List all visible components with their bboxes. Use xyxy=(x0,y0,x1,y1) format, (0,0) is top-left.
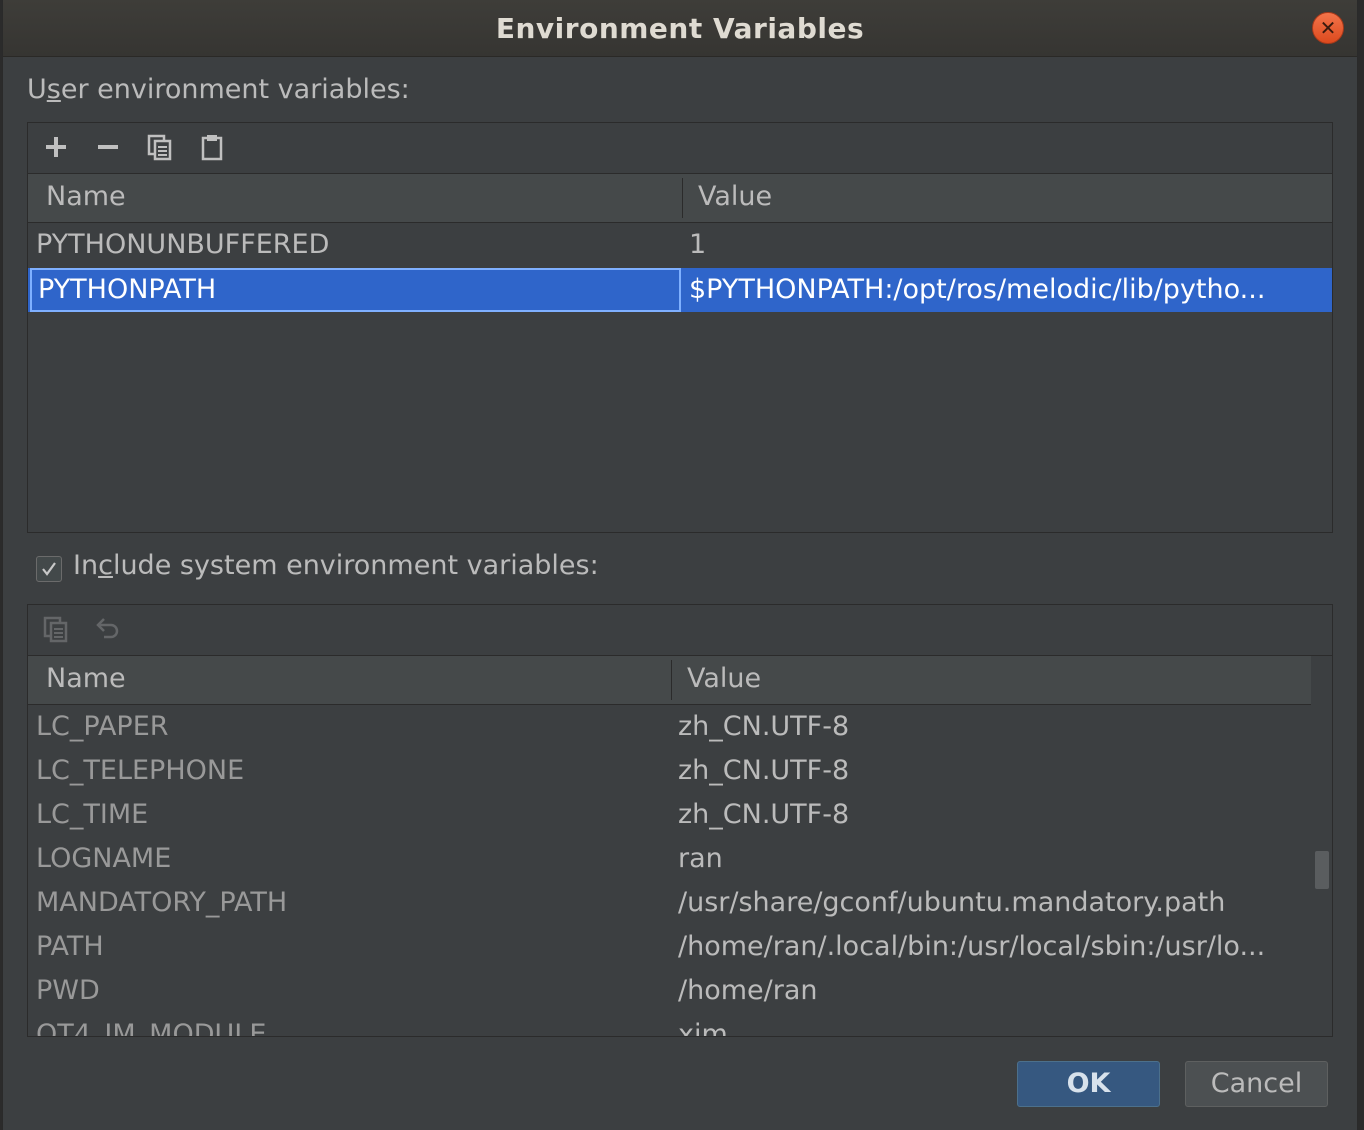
variable-value[interactable]: ran xyxy=(678,837,1298,881)
variable-value[interactable]: /home/ran xyxy=(678,969,1298,1013)
background-editor-right xyxy=(1357,0,1364,1130)
table-row[interactable]: LC_PAPER zh_CN.UTF-8 xyxy=(28,705,1311,749)
add-button[interactable] xyxy=(40,131,72,163)
column-divider[interactable] xyxy=(671,660,672,700)
variable-value[interactable]: 1 xyxy=(689,223,1319,267)
variable-value[interactable]: /home/ran/.local/bin:/usr/local/sbin:/us… xyxy=(678,925,1278,969)
system-table-header: Name Value xyxy=(28,656,1311,705)
table-row-partial[interactable]: QT4_IM_MODULE xim xyxy=(28,1013,1311,1036)
user-table-header: Name Value xyxy=(28,174,1332,223)
table-row[interactable]: PWD /home/ran xyxy=(28,969,1311,1013)
paste-icon xyxy=(201,135,223,161)
variable-name[interactable]: MANDATORY_PATH xyxy=(36,881,666,925)
variable-value[interactable]: zh_CN.UTF-8 xyxy=(678,793,1298,837)
table-row[interactable]: MANDATORY_PATH /usr/share/gconf/ubuntu.m… xyxy=(28,881,1311,925)
system-variables-panel: Name Value LC_PAPER zh_CN.UTF-8 LC_TELEP… xyxy=(27,604,1333,1037)
column-divider[interactable] xyxy=(682,178,683,218)
title-bar[interactable]: Environment Variables ✕ xyxy=(3,0,1357,57)
variable-name[interactable]: QT4_IM_MODULE xyxy=(36,1013,666,1036)
user-value-column-header[interactable]: Value xyxy=(698,174,772,222)
copy-icon xyxy=(147,134,172,161)
variable-name[interactable]: LC_TELEPHONE xyxy=(36,749,666,793)
remove-button[interactable] xyxy=(92,131,124,163)
variable-name[interactable]: LOGNAME xyxy=(36,837,666,881)
environment-variables-dialog: Environment Variables ✕ User environment… xyxy=(2,0,1358,1130)
system-table-scrollbar[interactable] xyxy=(1315,851,1329,889)
table-row[interactable]: LC_TELEPHONE zh_CN.UTF-8 xyxy=(28,749,1311,793)
user-toolbar xyxy=(28,123,1332,174)
user-variables-panel: Name Value PYTHONUNBUFFERED 1 PYTHONPATH… xyxy=(27,122,1333,533)
user-variables-label: User environment variables: xyxy=(27,74,410,105)
remove-icon xyxy=(98,145,118,149)
variable-name[interactable]: LC_PAPER xyxy=(36,705,666,749)
close-icon: ✕ xyxy=(1319,16,1337,40)
variable-name[interactable]: PYTHONPATH xyxy=(30,268,681,312)
variable-value[interactable]: zh_CN.UTF-8 xyxy=(678,705,1298,749)
table-row-selected[interactable]: PYTHONPATH $PYTHONPATH:/opt/ros/melodic/… xyxy=(28,268,1332,312)
system-toolbar xyxy=(28,605,1332,656)
ok-button[interactable]: OK xyxy=(1017,1061,1160,1107)
variable-name[interactable]: PWD xyxy=(36,969,666,1013)
copy-button-disabled[interactable] xyxy=(40,613,72,645)
paste-button[interactable] xyxy=(196,131,228,163)
table-row[interactable]: LOGNAME ran xyxy=(28,837,1311,881)
variable-value[interactable]: $PYTHONPATH:/opt/ros/melodic/lib/pytho..… xyxy=(689,268,1284,312)
close-button[interactable]: ✕ xyxy=(1312,12,1344,44)
system-name-column-header[interactable]: Name xyxy=(46,656,126,704)
checkmark-icon xyxy=(42,562,56,576)
include-system-checkbox[interactable] xyxy=(36,556,62,582)
table-row[interactable]: PATH /home/ran/.local/bin:/usr/local/sbi… xyxy=(28,925,1311,969)
system-value-column-header[interactable]: Value xyxy=(687,656,761,704)
undo-button-disabled[interactable] xyxy=(92,613,124,645)
variable-name[interactable]: LC_TIME xyxy=(36,793,666,837)
variable-value[interactable]: zh_CN.UTF-8 xyxy=(678,749,1298,793)
copy-button[interactable] xyxy=(144,131,176,163)
table-row[interactable]: LC_TIME zh_CN.UTF-8 xyxy=(28,793,1311,837)
variable-value[interactable]: /usr/share/gconf/ubuntu.mandatory.path xyxy=(678,881,1298,925)
table-row[interactable]: PYTHONUNBUFFERED 1 xyxy=(28,223,1332,267)
variable-name[interactable]: PYTHONUNBUFFERED xyxy=(36,223,676,267)
undo-icon xyxy=(96,618,119,639)
add-icon xyxy=(46,137,66,157)
include-system-label[interactable]: Include system environment variables: xyxy=(73,550,599,581)
user-name-column-header[interactable]: Name xyxy=(46,174,126,222)
variable-value[interactable]: xim xyxy=(678,1013,1298,1036)
dialog-title: Environment Variables xyxy=(495,12,865,45)
copy-icon xyxy=(43,616,68,643)
variable-name[interactable]: PATH xyxy=(36,925,666,969)
cancel-button[interactable]: Cancel xyxy=(1185,1061,1328,1107)
